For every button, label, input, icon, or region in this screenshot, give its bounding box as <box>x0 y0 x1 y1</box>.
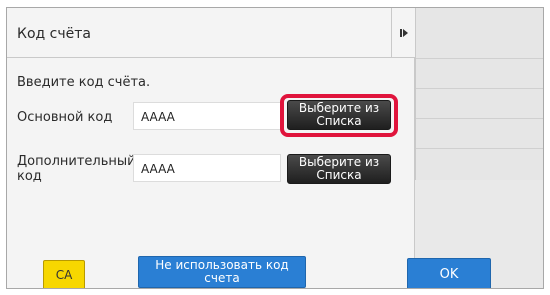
additional-code-label: Дополнительный код <box>17 154 136 184</box>
prompt-text: Введите код счёта. <box>17 75 151 90</box>
ok-button[interactable]: OK <box>407 258 491 288</box>
side-panel <box>415 8 543 180</box>
selection-highlight <box>280 94 398 137</box>
clear-all-button[interactable]: CA <box>43 260 85 288</box>
title-bar: Код счёта <box>7 8 391 58</box>
side-panel-cell <box>416 119 543 149</box>
panel-expand-button[interactable] <box>391 8 415 58</box>
side-panel-cell <box>416 8 543 59</box>
side-panel-cell <box>416 59 543 89</box>
dialog-title: Код счёта <box>17 26 91 42</box>
main-code-label: Основной код <box>17 110 113 125</box>
additional-code-input[interactable]: AAAA <box>133 154 281 182</box>
main-code-input[interactable]: AAAA <box>133 102 281 130</box>
side-panel-cell <box>416 89 543 119</box>
panel-expand-icon <box>399 28 408 37</box>
additional-select-from-list-button[interactable]: Выберите из Списка <box>287 154 391 184</box>
main-panel: Введите код счёта. Основной код AAAA Выб… <box>7 58 415 288</box>
no-account-code-button[interactable]: Не использовать код счета <box>138 256 306 288</box>
account-code-dialog: Код счёта Введите код счёта. Основной ко… <box>6 7 544 289</box>
